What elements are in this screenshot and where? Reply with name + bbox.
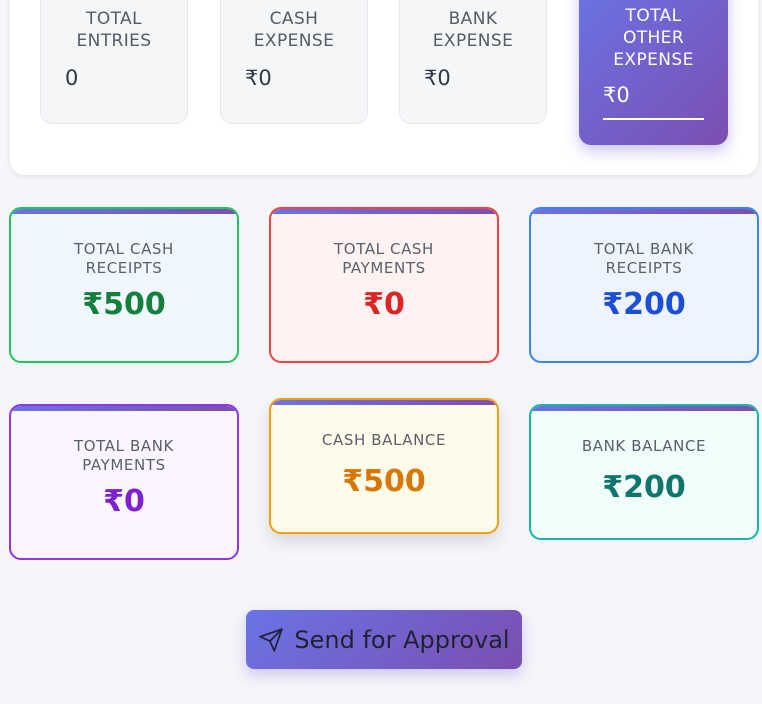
bank-expense-label: BANK EXPENSE bbox=[432, 9, 514, 51]
total-bank-receipts-label: TOTAL BANK RECEIPTS bbox=[594, 240, 694, 277]
send-for-approval-label: Send for Approval bbox=[294, 625, 510, 654]
cash-balance-label: CASH BALANCE bbox=[321, 431, 447, 449]
total-bank-receipts-card: TOTAL BANK RECEIPTS ₹200 bbox=[529, 207, 759, 363]
card-accent-bar bbox=[531, 209, 757, 214]
total-cash-receipts-card: TOTAL CASH RECEIPTS ₹500 bbox=[9, 207, 239, 363]
cash-balance-card: CASH BALANCE ₹500 bbox=[269, 398, 499, 534]
total-cash-payments-value: ₹0 bbox=[363, 287, 405, 322]
bank-expense-stat: BANK EXPENSE ₹0 bbox=[399, 0, 547, 124]
total-other-expense-label: TOTAL OTHER EXPENSE bbox=[613, 6, 694, 70]
card-accent-bar bbox=[531, 406, 757, 411]
page: TOTAL ENTRIES 0 CASH EXPENSE ₹0 BANK EXP… bbox=[0, 0, 762, 704]
total-other-expense-underline bbox=[603, 118, 704, 120]
card-accent-bar bbox=[271, 400, 497, 405]
cash-expense-value: ₹0 bbox=[245, 66, 272, 90]
total-entries-label: TOTAL ENTRIES bbox=[76, 9, 152, 51]
total-cash-payments-card: TOTAL CASH PAYMENTS ₹0 bbox=[269, 207, 499, 363]
total-other-expense-stat: TOTAL OTHER EXPENSE ₹0 bbox=[579, 0, 728, 145]
bank-expense-value: ₹0 bbox=[424, 66, 451, 90]
total-cash-receipts-label: TOTAL CASH RECEIPTS bbox=[74, 240, 174, 277]
total-bank-payments-label: TOTAL BANK PAYMENTS bbox=[74, 437, 174, 474]
total-bank-payments-card: TOTAL BANK PAYMENTS ₹0 bbox=[9, 404, 239, 560]
bank-balance-card: BANK BALANCE ₹200 bbox=[529, 404, 759, 540]
total-other-expense-value: ₹0 bbox=[603, 83, 630, 107]
total-bank-receipts-value: ₹200 bbox=[602, 287, 686, 322]
cash-expense-stat: CASH EXPENSE ₹0 bbox=[220, 0, 368, 124]
card-accent-bar bbox=[271, 209, 497, 214]
bank-balance-value: ₹200 bbox=[602, 470, 686, 505]
card-accent-bar bbox=[11, 209, 237, 214]
card-accent-bar bbox=[11, 406, 237, 411]
total-cash-payments-label: TOTAL CASH PAYMENTS bbox=[334, 240, 434, 277]
bank-balance-label: BANK BALANCE bbox=[581, 437, 707, 455]
total-entries-stat: TOTAL ENTRIES 0 bbox=[40, 0, 188, 124]
cash-expense-label: CASH EXPENSE bbox=[253, 9, 335, 51]
total-entries-value: 0 bbox=[65, 66, 79, 90]
cash-balance-value: ₹500 bbox=[342, 464, 426, 499]
total-cash-receipts-value: ₹500 bbox=[82, 287, 166, 322]
total-bank-payments-value: ₹0 bbox=[103, 484, 145, 519]
send-icon bbox=[258, 627, 284, 653]
send-for-approval-button[interactable]: Send for Approval bbox=[246, 610, 522, 669]
